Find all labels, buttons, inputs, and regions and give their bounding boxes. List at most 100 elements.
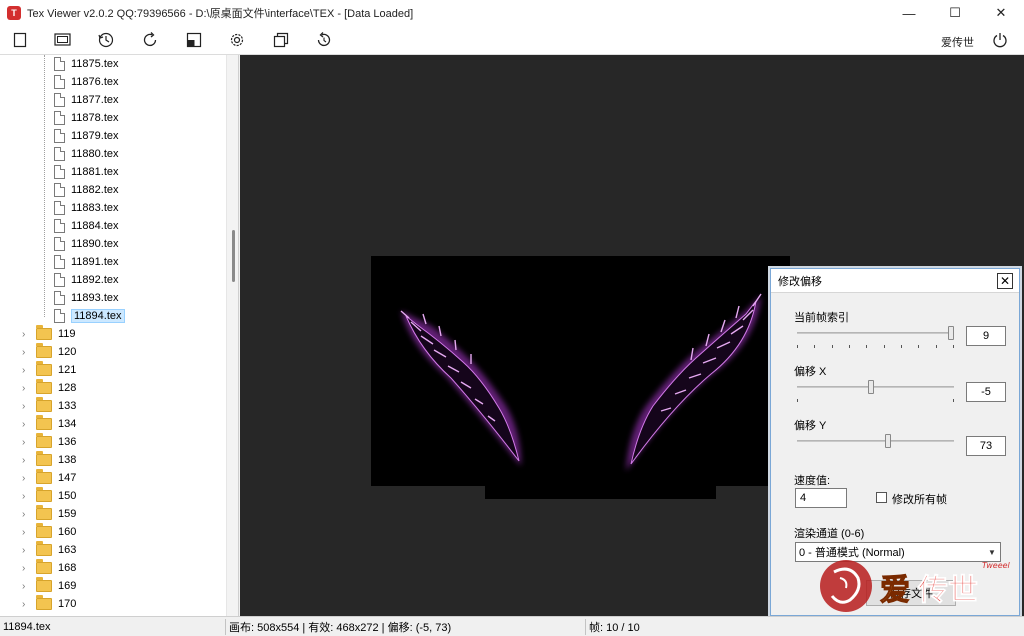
chevron-right-icon[interactable]: › (22, 599, 32, 610)
tree-folder-item[interactable]: › 128 (22, 379, 76, 397)
tree-scrollbar-thumb[interactable] (232, 230, 235, 282)
tree-file-item[interactable]: 11881.tex (54, 163, 119, 181)
tree-folder-item[interactable]: › 163 (22, 541, 76, 559)
tree-folder-item[interactable]: › 119 (22, 325, 76, 343)
tree-folder-item[interactable]: › 121 (22, 361, 76, 379)
chevron-right-icon[interactable]: › (22, 401, 32, 412)
tree-folder-item[interactable]: › 134 (22, 415, 76, 433)
tree-file-item[interactable]: 11892.tex (54, 271, 119, 289)
close-button[interactable]: ✕ (978, 0, 1024, 26)
dialog-title-bar[interactable]: 修改偏移 ✕ (771, 269, 1019, 293)
tree-folder-item[interactable]: › 170 (22, 595, 76, 613)
folder-icon (36, 379, 52, 394)
frame-index-slider-thumb[interactable] (948, 326, 954, 340)
tree-folder-item[interactable]: › 159 (22, 505, 76, 523)
history-icon[interactable] (96, 30, 116, 50)
tree-folder-item[interactable]: › 138 (22, 451, 76, 469)
dialog-title: 修改偏移 (778, 275, 822, 288)
minimize-button[interactable]: — (886, 0, 932, 26)
offset-x-slider-thumb[interactable] (867, 380, 874, 394)
svg-text:传世: 传世 (917, 573, 978, 608)
chevron-right-icon[interactable]: › (22, 581, 32, 592)
offset-y-slider[interactable] (797, 440, 954, 442)
tree-scrollbar[interactable] (226, 55, 238, 616)
frame-index-ticks (797, 345, 954, 349)
tree-file-item[interactable]: 11882.tex (54, 181, 119, 199)
tree-file-item[interactable]: 11877.tex (54, 91, 119, 109)
chevron-right-icon[interactable]: › (22, 437, 32, 448)
layers-icon[interactable] (53, 30, 73, 50)
tree-folder-item[interactable]: › 160 (22, 523, 76, 541)
gear-icon[interactable] (227, 30, 247, 50)
file-tree[interactable]: 11875.tex 11876.tex 11877.tex 11878.tex 1187… (0, 55, 239, 616)
modify-all-checkbox[interactable] (876, 492, 887, 503)
refresh-icon[interactable] (140, 30, 160, 50)
tree-file-item[interactable]: 11876.tex (54, 73, 119, 91)
tree-folder-label: 134 (58, 418, 77, 430)
new-page-icon[interactable] (10, 30, 30, 50)
tree-file-item[interactable]: 11875.tex (54, 55, 119, 73)
chevron-right-icon[interactable]: › (22, 419, 32, 430)
chevron-right-icon[interactable]: › (22, 347, 32, 358)
tree-folder-label: 120 (58, 346, 77, 358)
channel-label: 渲染通道 (0-6) (794, 528, 865, 540)
dialog-close-button[interactable]: ✕ (997, 273, 1013, 289)
power-icon[interactable] (990, 30, 1010, 50)
folder-icon (36, 469, 52, 484)
crop-icon[interactable] (184, 30, 204, 50)
tree-folder-item[interactable]: › 169 (22, 577, 76, 595)
tree-folder-item[interactable]: › 168 (22, 559, 76, 577)
offset-y-slider-thumb[interactable] (884, 434, 891, 448)
status-info: 画布: 508x554 | 有效: 468x272 | 偏移: (-5, 73) (229, 622, 452, 634)
reset-icon[interactable] (314, 30, 334, 50)
tree-folder-label: 147 (58, 472, 77, 484)
chevron-right-icon[interactable]: › (22, 527, 32, 538)
frame-index-slider[interactable] (797, 332, 954, 334)
offset-x-value[interactable]: -5 (966, 382, 1006, 402)
chevron-right-icon[interactable]: › (22, 563, 32, 574)
folder-icon (36, 451, 52, 466)
chevron-right-icon[interactable]: › (22, 473, 32, 484)
chevron-right-icon[interactable]: › (22, 545, 32, 556)
frame-index-value[interactable]: 9 (966, 326, 1006, 346)
tree-folder-item[interactable]: › 120 (22, 343, 76, 361)
tree-file-item[interactable]: 11894.tex (54, 307, 125, 325)
tree-file-label: 11890.tex (71, 238, 119, 250)
file-icon (54, 201, 65, 215)
tree-file-item[interactable]: 11890.tex (54, 235, 119, 253)
offset-x-slider[interactable] (797, 386, 954, 388)
chevron-right-icon[interactable]: › (22, 509, 32, 520)
chevron-right-icon[interactable]: › (22, 455, 32, 466)
tree-folder-label: 163 (58, 544, 77, 556)
tree-file-item[interactable]: 11879.tex (54, 127, 119, 145)
chevron-right-icon[interactable]: › (22, 365, 32, 376)
status-bar: 11894.tex 画布: 508x554 | 有效: 468x272 | 偏移… (0, 616, 1024, 636)
chevron-right-icon[interactable]: › (22, 491, 32, 502)
tree-file-item[interactable]: 11891.tex (54, 253, 119, 271)
offset-y-value[interactable]: 73 (966, 436, 1006, 456)
tree-file-item[interactable]: 11883.tex (54, 199, 119, 217)
tree-file-item[interactable]: 11880.tex (54, 145, 119, 163)
tree-folder-label: 138 (58, 454, 77, 466)
tree-folder-item[interactable]: › 136 (22, 433, 76, 451)
tree-file-label: 11882.tex (71, 184, 119, 196)
tree-folder-item[interactable]: › 150 (22, 487, 76, 505)
chevron-right-icon[interactable]: › (22, 383, 32, 394)
maximize-button[interactable]: ☐ (932, 0, 978, 26)
chevron-right-icon[interactable]: › (22, 329, 32, 340)
tree-file-item[interactable]: 11884.tex (54, 217, 119, 235)
slider-tick (953, 399, 954, 402)
copy-icon[interactable] (271, 30, 291, 50)
file-icon (54, 57, 65, 71)
slider-tick (797, 345, 798, 348)
modify-all-label[interactable]: 修改所有帧 (892, 491, 947, 507)
tree-file-item[interactable]: 11878.tex (54, 109, 119, 127)
window-title: Tex Viewer v2.0.2 QQ:79396566 - D:\原桌面文件… (27, 8, 414, 20)
tree-file-item[interactable]: 11893.tex (54, 289, 119, 307)
speed-label: 速度值: (794, 475, 831, 487)
user-label[interactable]: 爱传世 (941, 34, 974, 50)
tree-file-label: 11880.tex (71, 148, 119, 160)
tree-folder-item[interactable]: › 133 (22, 397, 76, 415)
speed-input[interactable]: 4 (795, 488, 847, 508)
tree-folder-item[interactable]: › 147 (22, 469, 76, 487)
